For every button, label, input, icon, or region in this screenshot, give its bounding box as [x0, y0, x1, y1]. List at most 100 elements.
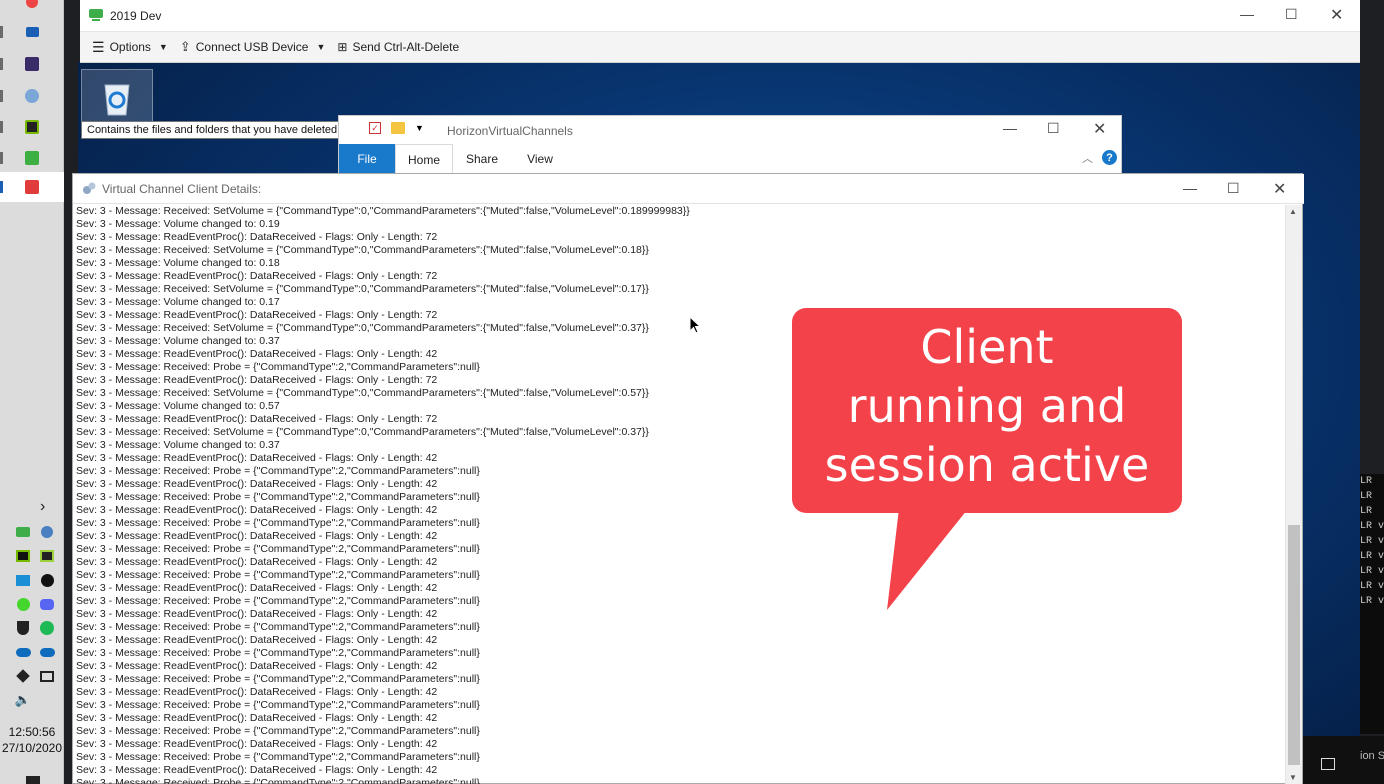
horizon-tray-icon[interactable] — [14, 523, 32, 541]
callout-line: Client — [920, 320, 1054, 374]
onedrive-tray-icon[interactable] — [14, 643, 32, 661]
horizon-client-window: 2019 Dev — ☐ ✕ ☰ Options ▼ ⇪ Connect USB… — [80, 0, 1360, 63]
log-line[interactable]: Sev: 3 - Message: ReadEventProc(): DataR… — [76, 634, 1285, 647]
file-explorer-window: ✓ ▼ HorizonVirtualChannels — ☐ ✕ File Ho… — [338, 115, 1122, 177]
log-line[interactable]: Sev: 3 - Message: ReadEventProc(): DataR… — [76, 608, 1285, 621]
log-line[interactable]: Sev: 3 - Message: Received: SetVolume = … — [76, 244, 1285, 257]
tab-view[interactable]: View — [511, 144, 569, 174]
log-line[interactable]: Sev: 3 - Message: ReadEventProc(): DataR… — [76, 556, 1285, 569]
log-line[interactable]: Sev: 3 - Message: Received: Probe = {"Co… — [76, 517, 1285, 530]
terminal-line: LR v — [1360, 536, 1384, 547]
log-window-title: Virtual Channel Client Details: — [102, 182, 262, 196]
minimize-button[interactable]: — — [1240, 6, 1254, 22]
tab-file[interactable]: File — [339, 144, 395, 174]
notification-icon[interactable] — [26, 776, 40, 784]
log-line[interactable]: Sev: 3 - Message: ReadEventProc(): DataR… — [76, 712, 1285, 725]
callout-line: running and — [847, 379, 1127, 433]
log-vertical-scrollbar[interactable]: ▲ ▼ — [1285, 205, 1302, 784]
scroll-up-arrow-icon[interactable]: ▲ — [1289, 207, 1297, 216]
tray-expand-chevron-icon[interactable]: › — [40, 498, 45, 516]
chrome-app-icon[interactable] — [22, 0, 42, 10]
tab-share[interactable]: Share — [453, 144, 511, 174]
terminal-line: LR v — [1360, 551, 1384, 562]
network-app-icon[interactable] — [22, 86, 42, 106]
network-tray-icon[interactable] — [14, 571, 32, 589]
running-indicator — [0, 58, 3, 70]
explorer-maximize-button[interactable]: ☐ — [1047, 120, 1060, 137]
terminal-line: LR — [1360, 491, 1373, 502]
log-line[interactable]: Sev: 3 - Message: ReadEventProc(): DataR… — [76, 660, 1285, 673]
log-line[interactable]: Sev: 3 - Message: Received: Probe = {"Co… — [76, 699, 1285, 712]
log-line[interactable]: Sev: 3 - Message: Received: Probe = {"Co… — [76, 647, 1285, 660]
help-icon[interactable]: ? — [1102, 150, 1117, 165]
scrollbar-thumb[interactable] — [1288, 525, 1300, 765]
onedrive-business-tray-icon[interactable] — [38, 643, 56, 661]
log-line[interactable]: Sev: 3 - Message: ReadEventProc(): DataR… — [76, 530, 1285, 543]
log-line[interactable]: Sev: 3 - Message: Received: Probe = {"Co… — [76, 595, 1285, 608]
log-line[interactable]: Sev: 3 - Message: ReadEventProc(): DataR… — [76, 231, 1285, 244]
log-line[interactable]: Sev: 3 - Message: Received: Probe = {"Co… — [76, 725, 1285, 738]
log-line[interactable]: Sev: 3 - Message: Volume changed to: 0.1… — [76, 257, 1285, 270]
log-line[interactable]: Sev: 3 - Message: Received: Probe = {"Co… — [76, 673, 1285, 686]
dropbox-tray-icon[interactable] — [14, 667, 32, 685]
defender-shield-tray-icon[interactable] — [14, 619, 32, 637]
razer-tray-icon[interactable] — [14, 595, 32, 613]
log-title-bar: Virtual Channel Client Details: — ☐ ✕ — [73, 174, 1304, 204]
recycle-bin-desktop-icon[interactable] — [81, 69, 153, 127]
log-line[interactable]: Sev: 3 - Message: Received: Probe = {"Co… — [76, 621, 1285, 634]
terminal-line: LR v — [1360, 521, 1384, 532]
nvidia-app-icon[interactable] — [22, 117, 42, 137]
options-menu[interactable]: ☰ Options ▼ — [92, 39, 168, 56]
log-line[interactable]: Sev: 3 - Message: ReadEventProc(): DataR… — [76, 270, 1285, 283]
discord-tray-icon[interactable] — [38, 595, 56, 613]
maximize-button[interactable]: ☐ — [1285, 6, 1298, 23]
log-line[interactable]: Sev: 3 - Message: Received: Probe = {"Co… — [76, 751, 1285, 764]
log-line[interactable]: Sev: 3 - Message: ReadEventProc(): DataR… — [76, 582, 1285, 595]
terminal-line: LR — [1360, 506, 1373, 517]
connect-usb-menu[interactable]: ⇪ Connect USB Device ▼ — [180, 39, 326, 55]
log-close-button[interactable]: ✕ — [1273, 179, 1286, 199]
action-center-icon[interactable] — [1321, 758, 1335, 770]
clock-time[interactable]: 12:50:56 — [0, 725, 64, 739]
log-line[interactable]: Sev: 3 - Message: Received: SetVolume = … — [76, 283, 1285, 296]
spotify-tray-icon[interactable] — [38, 619, 56, 637]
log-line[interactable]: Sev: 3 - Message: ReadEventProc(): DataR… — [76, 738, 1285, 751]
nvidia-tray-icon[interactable] — [14, 547, 32, 565]
camtasia-red-app-icon[interactable] — [22, 177, 42, 197]
collapse-ribbon-chevron-icon[interactable]: ︿ — [1082, 150, 1093, 166]
log-maximize-button[interactable]: ☐ — [1227, 180, 1240, 197]
camtasia-green-app-icon[interactable] — [22, 148, 42, 168]
log-line[interactable]: Sev: 3 - Message: Received: Probe = {"Co… — [76, 569, 1285, 582]
display-tray-icon[interactable] — [38, 667, 56, 685]
explorer-close-button[interactable]: ✕ — [1093, 119, 1106, 139]
close-button[interactable]: ✕ — [1330, 5, 1343, 25]
log-minimize-button[interactable]: — — [1183, 180, 1197, 196]
folder-icon[interactable] — [391, 122, 405, 134]
puzzle-icon — [83, 182, 96, 194]
terminal-line: LR — [1360, 476, 1373, 487]
bluetooth-tray-icon[interactable] — [38, 523, 56, 541]
log-line[interactable]: Sev: 3 - Message: Received: SetVolume = … — [76, 205, 1285, 218]
properties-icon[interactable]: ✓ — [369, 122, 381, 134]
log-line[interactable]: Sev: 3 - Message: Received: Probe = {"Co… — [76, 777, 1285, 784]
logitech-tray-icon[interactable] — [38, 571, 56, 589]
terminal-line: LR v — [1360, 581, 1384, 592]
explorer-minimize-button[interactable]: — — [1003, 120, 1017, 136]
usb-label: Connect USB Device — [195, 40, 309, 54]
callout-text: Client running and session active — [792, 318, 1182, 495]
log-line[interactable]: Sev: 3 - Message: Volume changed to: 0.1… — [76, 218, 1285, 231]
clock-date[interactable]: 27/10/2020 — [0, 741, 64, 755]
log-line[interactable]: Sev: 3 - Message: ReadEventProc(): DataR… — [76, 686, 1285, 699]
send-ctrl-alt-delete-button[interactable]: ⊞ Send Ctrl-Alt-Delete — [337, 40, 459, 54]
horizon-toolbar: ☰ Options ▼ ⇪ Connect USB Device ▼ ⊞ Sen… — [80, 31, 1360, 62]
terminal-line: LR v — [1360, 566, 1384, 577]
terminal-app-icon[interactable] — [22, 54, 42, 74]
customize-qat-chevron-icon[interactable]: ▼ — [415, 123, 424, 133]
tab-home[interactable]: Home — [395, 144, 453, 174]
gpu-tray-icon[interactable] — [38, 547, 56, 565]
log-line[interactable]: Sev: 3 - Message: ReadEventProc(): DataR… — [76, 764, 1285, 777]
volume-tray-icon[interactable]: 🔈 — [14, 691, 32, 709]
remote-desktop-app-icon[interactable] — [22, 22, 42, 42]
log-line[interactable]: Sev: 3 - Message: Received: Probe = {"Co… — [76, 543, 1285, 556]
scroll-down-arrow-icon[interactable]: ▼ — [1289, 773, 1297, 782]
